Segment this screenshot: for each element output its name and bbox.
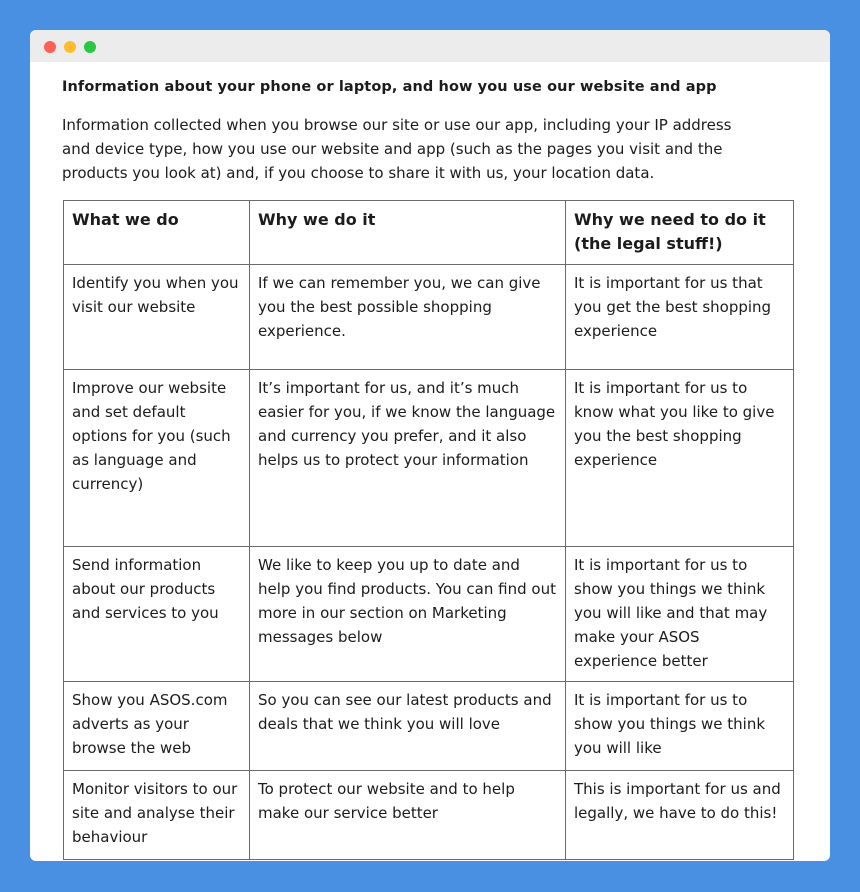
cell-legal-basis: It is important for us to show you thing…	[565, 681, 794, 771]
cell-legal-basis: It is important for us that you get the …	[565, 264, 794, 370]
cell-what-we-do: Send information about our products and …	[63, 546, 250, 682]
header-why-we-do-it: Why we do it	[249, 200, 566, 265]
cell-legal-basis: It is important for us to know what you …	[565, 369, 794, 547]
section-intro: Information collected when you browse ou…	[62, 116, 732, 182]
header-what-we-do: What we do	[63, 200, 250, 265]
cell-what-we-do: Show you ASOS.com adverts as your browse…	[63, 681, 250, 771]
cell-why-we-do-it: To protect our website and to help make …	[249, 770, 566, 860]
cell-legal-basis: It is important for us to show you thing…	[565, 546, 794, 682]
cell-what-we-do: Identify you when you visit our website	[63, 264, 250, 370]
table-row: Monitor visitors to our site and analyse…	[63, 770, 794, 860]
cell-why-we-do-it: It’s important for us, and it’s much eas…	[249, 369, 566, 547]
table-row: Send information about our products and …	[63, 546, 794, 682]
cell-why-we-do-it: So you can see our latest products and d…	[249, 681, 566, 771]
minimize-window-button[interactable]	[64, 41, 76, 53]
cell-what-we-do: Improve our website and set default opti…	[63, 369, 250, 547]
close-window-button[interactable]	[44, 41, 56, 53]
window-titlebar	[30, 30, 830, 62]
maximize-window-button[interactable]	[84, 41, 96, 53]
table-row: Identify you when you visit our website …	[63, 264, 794, 370]
page-content: Information about your phone or laptop, …	[62, 62, 794, 860]
table-header-row: What we do Why we do it Why we need to d…	[63, 200, 794, 265]
header-legal-basis: Why we need to do it (the legal stuff!)	[565, 200, 794, 265]
cell-what-we-do: Monitor visitors to our site and analyse…	[63, 770, 250, 860]
table-row: Improve our website and set default opti…	[63, 369, 794, 547]
data-usage-table: What we do Why we do it Why we need to d…	[63, 200, 794, 860]
table-row: Show you ASOS.com adverts as your browse…	[63, 681, 794, 771]
cell-legal-basis: This is important for us and legally, we…	[565, 770, 794, 860]
browser-window: Information about your phone or laptop, …	[30, 30, 830, 861]
cell-why-we-do-it: If we can remember you, we can give you …	[249, 264, 566, 370]
section-heading: Information about your phone or laptop, …	[62, 79, 717, 95]
cell-why-we-do-it: We like to keep you up to date and help …	[249, 546, 566, 682]
